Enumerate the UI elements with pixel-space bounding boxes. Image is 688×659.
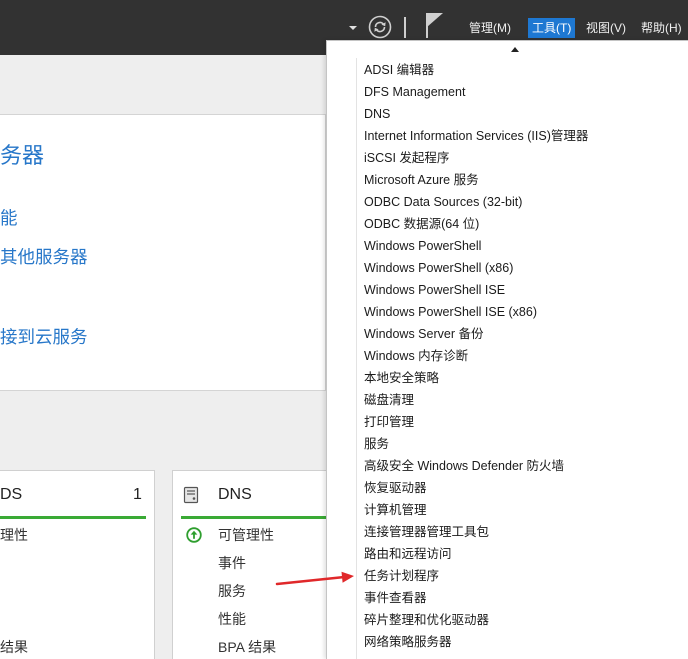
menu-item-disk-cleanup[interactable]: 磁盘清理 bbox=[327, 389, 688, 411]
menu-item-dfs-management[interactable]: DFS Management bbox=[327, 81, 688, 103]
menu-view[interactable]: 视图(V) bbox=[582, 18, 630, 38]
chevron-down-icon[interactable] bbox=[349, 26, 357, 30]
menu-item-odbc-data-sources-32[interactable]: ODBC Data Sources (32-bit) bbox=[327, 191, 688, 213]
menu-item-services[interactable]: 服务 bbox=[327, 433, 688, 455]
menu-tools[interactable]: 工具(T) bbox=[528, 18, 576, 38]
menu-item-local-security-policy[interactable]: 本地安全策略 bbox=[327, 367, 688, 389]
annotation-arrow-head bbox=[341, 571, 354, 583]
menu-item-connection-manager-admin-kit[interactable]: 连接管理器管理工具包 bbox=[327, 521, 688, 543]
menu-help[interactable]: 帮助(H) bbox=[637, 18, 686, 38]
tile-row-bpa-results[interactable]: 结果 bbox=[0, 637, 28, 657]
tile-row-manageability[interactable]: 可管理性 bbox=[218, 525, 274, 545]
menu-item-event-viewer[interactable]: 事件查看器 bbox=[327, 587, 688, 609]
dns-role-icon bbox=[183, 486, 199, 504]
menu-item-windows-memory-diagnostic[interactable]: Windows 内存诊断 bbox=[327, 345, 688, 367]
menu-item-iis-manager[interactable]: Internet Information Services (IIS)管理器 bbox=[327, 125, 688, 147]
menu-item-network-policy-server[interactable]: 网络策略服务器 bbox=[327, 631, 688, 653]
red-annotation-arrow bbox=[275, 571, 354, 586]
tile-row-services[interactable]: 服务 bbox=[218, 581, 246, 601]
menu-item-windows-defender-firewall[interactable]: 高级安全 Windows Defender 防火墙 bbox=[327, 455, 688, 477]
menu-item-dns[interactable]: DNS bbox=[327, 103, 688, 125]
menu-item-microsoft-azure-services[interactable]: Microsoft Azure 服务 bbox=[327, 169, 688, 191]
tools-menu-dropdown: ADSI 编辑器 DFS Management DNS Internet Inf… bbox=[326, 40, 688, 659]
toolbar-separator bbox=[404, 17, 406, 38]
menu-item-recovery-drive[interactable]: 恢复驱动器 bbox=[327, 477, 688, 499]
menu-item-windows-powershell-ise-x86[interactable]: Windows PowerShell ISE (x86) bbox=[327, 301, 688, 323]
refresh-icon[interactable] bbox=[368, 15, 392, 39]
menu-item-print-management[interactable]: 打印管理 bbox=[327, 411, 688, 433]
configure-local-server-link[interactable]: 务器 bbox=[0, 142, 44, 170]
tools-menu-list: ADSI 编辑器 DFS Management DNS Internet Inf… bbox=[327, 59, 688, 653]
tile-row-events[interactable]: 事件 bbox=[218, 553, 246, 573]
role-tile-ds[interactable]: DS 1 理性 结果 bbox=[0, 470, 155, 659]
tile-title[interactable]: DNS bbox=[218, 485, 252, 505]
notification-flag-icon[interactable] bbox=[424, 11, 446, 39]
menu-item-task-scheduler[interactable]: 任务计划程序 bbox=[327, 565, 688, 587]
add-roles-features-link[interactable]: 能 bbox=[0, 206, 18, 230]
add-other-servers-link[interactable]: 其他服务器 bbox=[0, 245, 88, 269]
tile-status-bar bbox=[0, 516, 146, 519]
menu-item-windows-server-backup[interactable]: Windows Server 备份 bbox=[327, 323, 688, 345]
menu-item-windows-powershell-x86[interactable]: Windows PowerShell (x86) bbox=[327, 257, 688, 279]
tile-row-bpa-results[interactable]: BPA 结果 bbox=[218, 637, 276, 657]
menu-item-routing-remote-access[interactable]: 路由和远程访问 bbox=[327, 543, 688, 565]
tile-title[interactable]: DS bbox=[0, 485, 22, 505]
quick-start-panel: 务器 能 其他服务器 接到云服务 bbox=[0, 114, 326, 391]
menu-item-windows-powershell[interactable]: Windows PowerShell bbox=[327, 235, 688, 257]
menu-item-defragment-optimize-drives[interactable]: 碎片整理和优化驱动器 bbox=[327, 609, 688, 631]
status-ok-up-arrow-icon bbox=[186, 527, 202, 543]
annotation-arrow-shaft bbox=[275, 575, 344, 586]
tile-server-count[interactable]: 1 bbox=[133, 485, 142, 505]
connect-cloud-services-link[interactable]: 接到云服务 bbox=[0, 325, 88, 349]
menu-item-adsi-edit[interactable]: ADSI 编辑器 bbox=[327, 59, 688, 81]
menu-item-odbc-data-sources-64[interactable]: ODBC 数据源(64 位) bbox=[327, 213, 688, 235]
menu-item-computer-management[interactable]: 计算机管理 bbox=[327, 499, 688, 521]
menu-item-iscsi-initiator[interactable]: iSCSI 发起程序 bbox=[327, 147, 688, 169]
menu-manage[interactable]: 管理(M) bbox=[465, 18, 515, 38]
tile-row-performance[interactable]: 性能 bbox=[218, 609, 246, 629]
tile-row-manageability[interactable]: 理性 bbox=[0, 525, 28, 545]
menu-scroll-up-icon[interactable] bbox=[511, 47, 519, 52]
menu-item-windows-powershell-ise[interactable]: Windows PowerShell ISE bbox=[327, 279, 688, 301]
